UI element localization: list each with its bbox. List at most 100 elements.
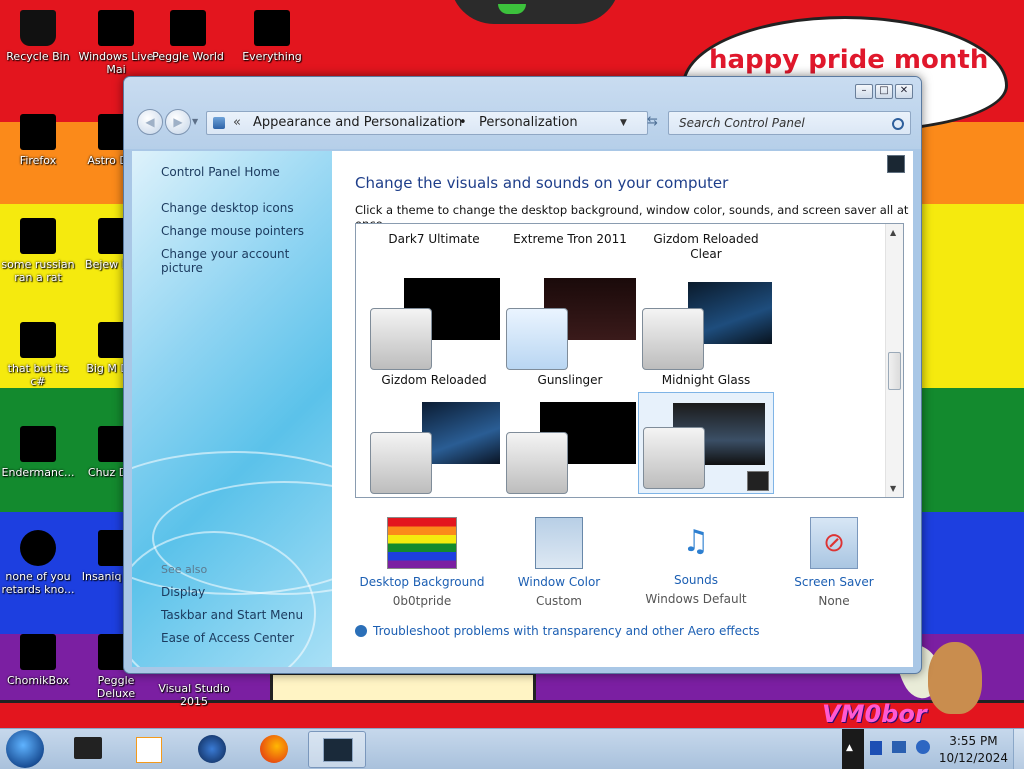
address-dropdown-icon[interactable]: ▼ — [620, 112, 627, 134]
theme-label[interactable]: Midnight Glass — [641, 373, 771, 388]
taskbar-app-1[interactable] — [60, 731, 116, 766]
search-input[interactable]: Search Control Panel — [668, 111, 911, 135]
desktop-icon-label: Firefox — [19, 154, 57, 167]
screen-saver-option[interactable]: ⊘ Screen Saver None — [764, 517, 904, 608]
taskbar-firefox[interactable] — [246, 731, 302, 766]
screen-saver-icon: ⊘ — [810, 517, 858, 569]
desktop-background-value: 0b0tpride — [392, 594, 452, 608]
scroll-up-icon[interactable]: ▲ — [890, 228, 896, 237]
maximize-button[interactable]: □ — [875, 84, 893, 99]
change-account-picture-link[interactable]: Change your account picture — [161, 247, 332, 275]
clock-time: 3:55 PM — [949, 734, 998, 748]
change-desktop-icons-link[interactable]: Change desktop icons — [161, 201, 294, 215]
theme-list-scrollbar[interactable]: ▲ ▼ — [885, 224, 903, 497]
theme-midnight-glass[interactable] — [642, 272, 776, 372]
desktop-icon-recycle-bin[interactable]: Recycle Bin — [0, 4, 76, 63]
search-icon[interactable] — [892, 118, 904, 130]
see-also-heading: See also — [161, 563, 208, 576]
breadcrumb-overflow-icon[interactable]: « — [233, 112, 241, 134]
theme-color-swatch — [370, 432, 432, 494]
display-link[interactable]: Display — [161, 585, 205, 599]
taskbar-media-player[interactable] — [120, 731, 176, 766]
sounds-value: Windows Default — [645, 592, 747, 606]
desktop-background-option[interactable]: Desktop Background 0b0tpride — [352, 517, 492, 608]
desktop-background-label[interactable]: Desktop Background — [352, 575, 492, 589]
control-panel-icon — [213, 117, 225, 129]
theme-label[interactable]: Gizdom Reloaded — [369, 373, 499, 388]
taskbar: ▲ 3:55 PM 10/12/2024 — [0, 728, 1024, 769]
start-button[interactable] — [6, 730, 44, 768]
refresh-icon[interactable]: ⇆ — [647, 114, 658, 129]
personalization-icon — [323, 738, 353, 762]
action-center-icon[interactable] — [892, 741, 906, 753]
theme-row3-item3-selected[interactable] — [638, 392, 774, 494]
sounds-option[interactable]: ♫ Sounds Windows Default — [626, 517, 766, 606]
theme-gizdom-reloaded[interactable] — [370, 272, 504, 372]
peggle-world-icon — [170, 10, 206, 46]
show-hidden-icons[interactable]: ▲ — [846, 743, 853, 753]
desktop-icon-label: that but its c# — [7, 362, 69, 388]
theme-label[interactable]: Gunslinger — [505, 373, 635, 388]
screen-saver-label[interactable]: Screen Saver — [764, 575, 904, 589]
theme-label[interactable]: Extreme Tron 2011 — [505, 232, 635, 247]
desktop-icon-label: ChomikBox — [7, 674, 69, 687]
network-icon[interactable] — [870, 741, 882, 755]
forward-button[interactable]: ▶ — [165, 109, 191, 135]
window-color-value: Custom — [536, 594, 582, 608]
bubble-text: happy pride month — [709, 45, 989, 75]
taskbar-start-menu-link[interactable]: Taskbar and Start Menu — [161, 608, 303, 622]
taskbar-app-3[interactable] — [184, 731, 240, 766]
desktop-icon-everything[interactable]: Everything — [234, 4, 310, 63]
desktop-icon-label: some russian ran a rat — [1, 258, 75, 284]
theme-label[interactable]: Dark7 Ultimate — [369, 232, 499, 247]
desktop-icon-russian-rat[interactable]: some russian ran a rat — [0, 212, 76, 284]
desktop-icon-label: Windows Live Mai — [78, 50, 154, 76]
close-button[interactable]: ✕ — [895, 84, 913, 99]
globe-icon — [198, 735, 226, 763]
clock-date: 10/12/2024 — [938, 751, 1008, 765]
scroll-down-icon[interactable]: ▼ — [890, 484, 896, 493]
desktop-icon-peggle-world[interactable]: Peggle World — [150, 4, 226, 63]
window-color-label[interactable]: Window Color — [489, 575, 629, 589]
chomikbox-icon — [20, 634, 56, 670]
personalization-window: – □ ✕ ◀ ▶ ▼ « Appearance and Personaliza… — [123, 76, 922, 674]
sounds-label[interactable]: Sounds — [626, 573, 766, 587]
firefox-icon — [20, 114, 56, 150]
breadcrumb-appearance[interactable]: Appearance and Personalization — [253, 112, 462, 134]
desktop-icon-firefox[interactable]: Firefox — [0, 108, 76, 167]
control-panel-home-link[interactable]: Control Panel Home — [161, 165, 280, 179]
main-content: Change the visuals and sounds on your co… — [332, 151, 913, 667]
ease-of-access-link[interactable]: Ease of Access Center — [161, 631, 294, 645]
help-icon[interactable] — [887, 155, 905, 173]
theme-preview-image — [422, 402, 500, 464]
theme-label[interactable]: Gizdom Reloaded Clear — [641, 232, 771, 262]
breadcrumb-personalization[interactable]: Personalization — [479, 112, 578, 134]
desktop-icon-label: Peggle Deluxe — [96, 674, 136, 700]
desktop-icon-label: Endermanc... — [1, 466, 75, 479]
address-bar[interactable]: « Appearance and Personalization • Perso… — [206, 111, 648, 135]
recent-pages-icon[interactable]: ▼ — [192, 117, 198, 126]
desktop-icon-endermanch[interactable]: Endermanc... — [0, 420, 76, 479]
troubleshoot-link[interactable]: Troubleshoot problems with transparency … — [355, 624, 760, 638]
scrollbar-thumb[interactable] — [888, 352, 901, 390]
minimize-button[interactable]: – — [855, 84, 873, 99]
theme-row3-item1[interactable] — [370, 396, 504, 496]
desktop-icon-that-but-csharp[interactable]: that but its c# — [0, 316, 76, 388]
watermark-text: VM0bor — [822, 700, 927, 728]
desktop-icon-none-of-you[interactable]: none of you retards kno... — [0, 524, 76, 596]
change-mouse-pointers-link[interactable]: Change mouse pointers — [161, 224, 304, 238]
desktop-icon-windows-live-mail[interactable]: Windows Live Mai — [78, 4, 154, 76]
theme-color-swatch — [370, 308, 432, 370]
window-color-option[interactable]: Window Color Custom — [489, 517, 629, 608]
firefox-icon — [260, 735, 288, 763]
system-clock[interactable]: 3:55 PM 10/12/2024 — [939, 733, 1008, 767]
theme-gunslinger[interactable] — [506, 272, 640, 372]
shortcut-icon — [20, 322, 56, 358]
show-desktop-button[interactable] — [1013, 729, 1024, 769]
volume-icon[interactable] — [916, 740, 930, 754]
back-button[interactable]: ◀ — [137, 109, 163, 135]
troubleshoot-text[interactable]: Troubleshoot problems with transparency … — [373, 624, 760, 638]
desktop-icon-chomikbox[interactable]: ChomikBox — [0, 628, 76, 687]
taskbar-control-panel-active[interactable] — [308, 731, 366, 768]
theme-row3-item2[interactable] — [506, 396, 640, 496]
